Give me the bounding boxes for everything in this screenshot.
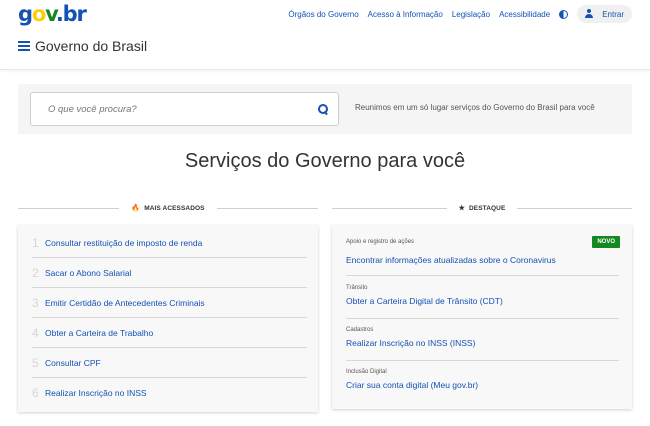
- link-legislacao[interactable]: Legislação: [452, 10, 490, 19]
- search-input[interactable]: [31, 93, 301, 125]
- service-link[interactable]: Realizar Inscrição no INSS (INSS): [346, 338, 475, 348]
- service-link[interactable]: Obter a Carteira Digital de Trânsito (CD…: [346, 296, 503, 306]
- user-icon: [584, 9, 594, 19]
- service-link[interactable]: Realizar Inscrição no INSS: [45, 388, 147, 398]
- list-item[interactable]: 1 Consultar restituição de imposto de re…: [32, 228, 307, 258]
- site-header: gov.br Órgãos do Governo Acesso à Inform…: [0, 0, 650, 70]
- search-section: Reunimos em um só lugar serviços do Gove…: [18, 84, 632, 134]
- list-item[interactable]: 3 Emitir Certidão de Antecedentes Crimin…: [32, 288, 307, 318]
- top-links: Órgãos do Governo Acesso à Informação Le…: [279, 5, 632, 23]
- section-title: DESTAQUE: [468, 204, 506, 212]
- rank-number: 3: [32, 295, 39, 310]
- link-orgaos-governo[interactable]: Órgãos do Governo: [288, 10, 358, 19]
- rank-number: 5: [32, 355, 39, 370]
- service-link[interactable]: Consultar CPF: [45, 358, 101, 368]
- search-description: Reunimos em um só lugar serviços do Gove…: [355, 103, 595, 112]
- link-acesso-informacao[interactable]: Acesso à Informação: [368, 10, 443, 19]
- logo-letter: b: [62, 2, 78, 26]
- site-title: Governo do Brasil: [35, 38, 148, 54]
- menu-row: Governo do Brasil: [18, 38, 147, 54]
- fire-icon: 🔥: [131, 204, 141, 212]
- list-item[interactable]: Inclusão Digital Criar sua conta digital…: [346, 369, 619, 403]
- mais-acessados-card: 1 Consultar restituição de imposto de re…: [18, 225, 318, 412]
- gov-br-logo[interactable]: gov.br: [18, 2, 87, 26]
- destaque-card: Apoio e registro de ações NOVO Encontrar…: [332, 225, 632, 409]
- service-category: Trânsito: [346, 285, 368, 291]
- rank-number: 6: [32, 386, 39, 400]
- service-link[interactable]: Obter a Carteira de Trabalho: [45, 328, 153, 338]
- logo-letter: o: [31, 2, 46, 26]
- rank-number: 4: [32, 325, 39, 340]
- list-item[interactable]: 2 Sacar o Abono Salarial: [32, 258, 307, 288]
- logo-letter: g: [18, 2, 33, 26]
- star-icon: ★: [458, 204, 465, 212]
- service-link[interactable]: Encontrar informações atualizadas sobre …: [346, 255, 556, 265]
- contrast-icon[interactable]: [559, 9, 569, 19]
- rank-number: 2: [32, 265, 39, 280]
- section-title: MAIS ACESSADOS: [144, 204, 205, 212]
- list-item[interactable]: 6 Realizar Inscrição no INSS: [32, 378, 307, 408]
- mais-acessados-header: 🔥 MAIS ACESSADOS: [18, 202, 318, 214]
- service-link[interactable]: Criar sua conta digital (Meu gov.br): [346, 380, 478, 390]
- search-box: [30, 92, 339, 126]
- service-category: Cadastros: [346, 327, 374, 333]
- rank-number: 1: [32, 235, 39, 250]
- list-item[interactable]: Cadastros Realizar Inscrição no INSS (IN…: [346, 327, 619, 361]
- list-item[interactable]: 4 Obter a Carteira de Trabalho: [32, 318, 307, 348]
- list-item[interactable]: 5 Consultar CPF: [32, 348, 307, 378]
- list-item[interactable]: Trânsito Obter a Carteira Digital de Trâ…: [346, 285, 619, 319]
- new-badge: NOVO: [592, 236, 620, 248]
- hamburger-menu-icon[interactable]: [18, 41, 30, 51]
- link-acessibilidade[interactable]: Acessibilidade: [499, 10, 550, 19]
- service-link[interactable]: Sacar o Abono Salarial: [45, 268, 131, 278]
- service-category: Inclusão Digital: [346, 369, 387, 375]
- search-icon[interactable]: [318, 104, 329, 115]
- destaque-header: ★ DESTAQUE: [332, 202, 633, 214]
- list-item[interactable]: Apoio e registro de ações NOVO Encontrar…: [346, 236, 620, 276]
- logo-letter: r: [76, 2, 86, 26]
- page-title: Serviços do Governo para você: [184, 150, 466, 172]
- service-category: Apoio e registro de ações: [346, 239, 415, 245]
- service-link[interactable]: Emitir Certidão de Antecedentes Criminai…: [45, 298, 205, 308]
- logo-letter: v: [45, 2, 57, 26]
- service-link[interactable]: Consultar restituição de imposto de rend…: [45, 238, 202, 248]
- logo-letter: .: [55, 2, 64, 26]
- login-button[interactable]: Entrar: [577, 5, 632, 23]
- login-label: Entrar: [602, 9, 624, 19]
